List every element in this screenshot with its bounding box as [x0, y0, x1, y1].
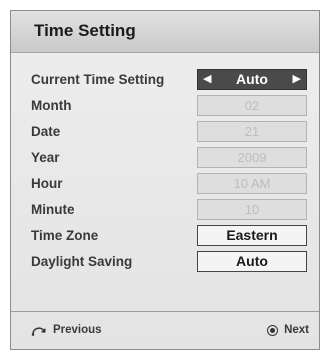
current-time-setting-value: Auto	[236, 71, 268, 87]
row-year: Year 2009	[11, 146, 319, 172]
time-zone-label: Time Zone	[31, 228, 99, 243]
date-field: 21	[197, 121, 307, 142]
dialog-title: Time Setting	[34, 21, 136, 40]
ok-button-icon	[267, 324, 279, 336]
row-current-time-setting[interactable]: Current Time Setting ◀ Auto ▶	[11, 68, 319, 94]
previous-button[interactable]: Previous	[31, 324, 102, 336]
row-date: Date 21	[11, 120, 319, 146]
daylight-saving-label: Daylight Saving	[31, 254, 133, 269]
row-time-zone[interactable]: Time Zone Eastern	[11, 224, 319, 250]
current-time-setting-label: Current Time Setting	[31, 72, 165, 87]
row-month: Month 02	[11, 94, 319, 120]
arrow-right-icon[interactable]: ▶	[293, 70, 301, 89]
arrow-left-icon[interactable]: ◀	[203, 70, 211, 89]
next-button[interactable]: Next	[267, 324, 309, 336]
time-setting-dialog: Time Setting Current Time Setting ◀ Auto…	[10, 10, 320, 350]
previous-label: Previous	[53, 324, 102, 336]
daylight-saving-selector[interactable]: Auto	[197, 251, 307, 272]
row-daylight-saving[interactable]: Daylight Saving Auto	[11, 250, 319, 276]
row-minute: Minute 10	[11, 198, 319, 224]
hour-field: 10 AM	[197, 173, 307, 194]
month-label: Month	[31, 98, 72, 113]
row-hour: Hour 10 AM	[11, 172, 319, 198]
month-field: 02	[197, 95, 307, 116]
next-label: Next	[284, 324, 309, 336]
return-icon	[31, 326, 46, 336]
date-label: Date	[31, 124, 61, 139]
current-time-setting-selector[interactable]: ◀ Auto ▶	[197, 69, 307, 90]
year-field: 2009	[197, 147, 307, 168]
minute-field: 10	[197, 199, 307, 220]
settings-list: Current Time Setting ◀ Auto ▶ Month 02 D…	[11, 68, 319, 276]
hour-label: Hour	[31, 176, 63, 191]
dialog-footer: Previous Next	[11, 311, 319, 350]
minute-label: Minute	[31, 202, 75, 217]
time-zone-selector[interactable]: Eastern	[197, 225, 307, 246]
year-label: Year	[31, 150, 60, 165]
dialog-header: Time Setting	[11, 11, 319, 53]
